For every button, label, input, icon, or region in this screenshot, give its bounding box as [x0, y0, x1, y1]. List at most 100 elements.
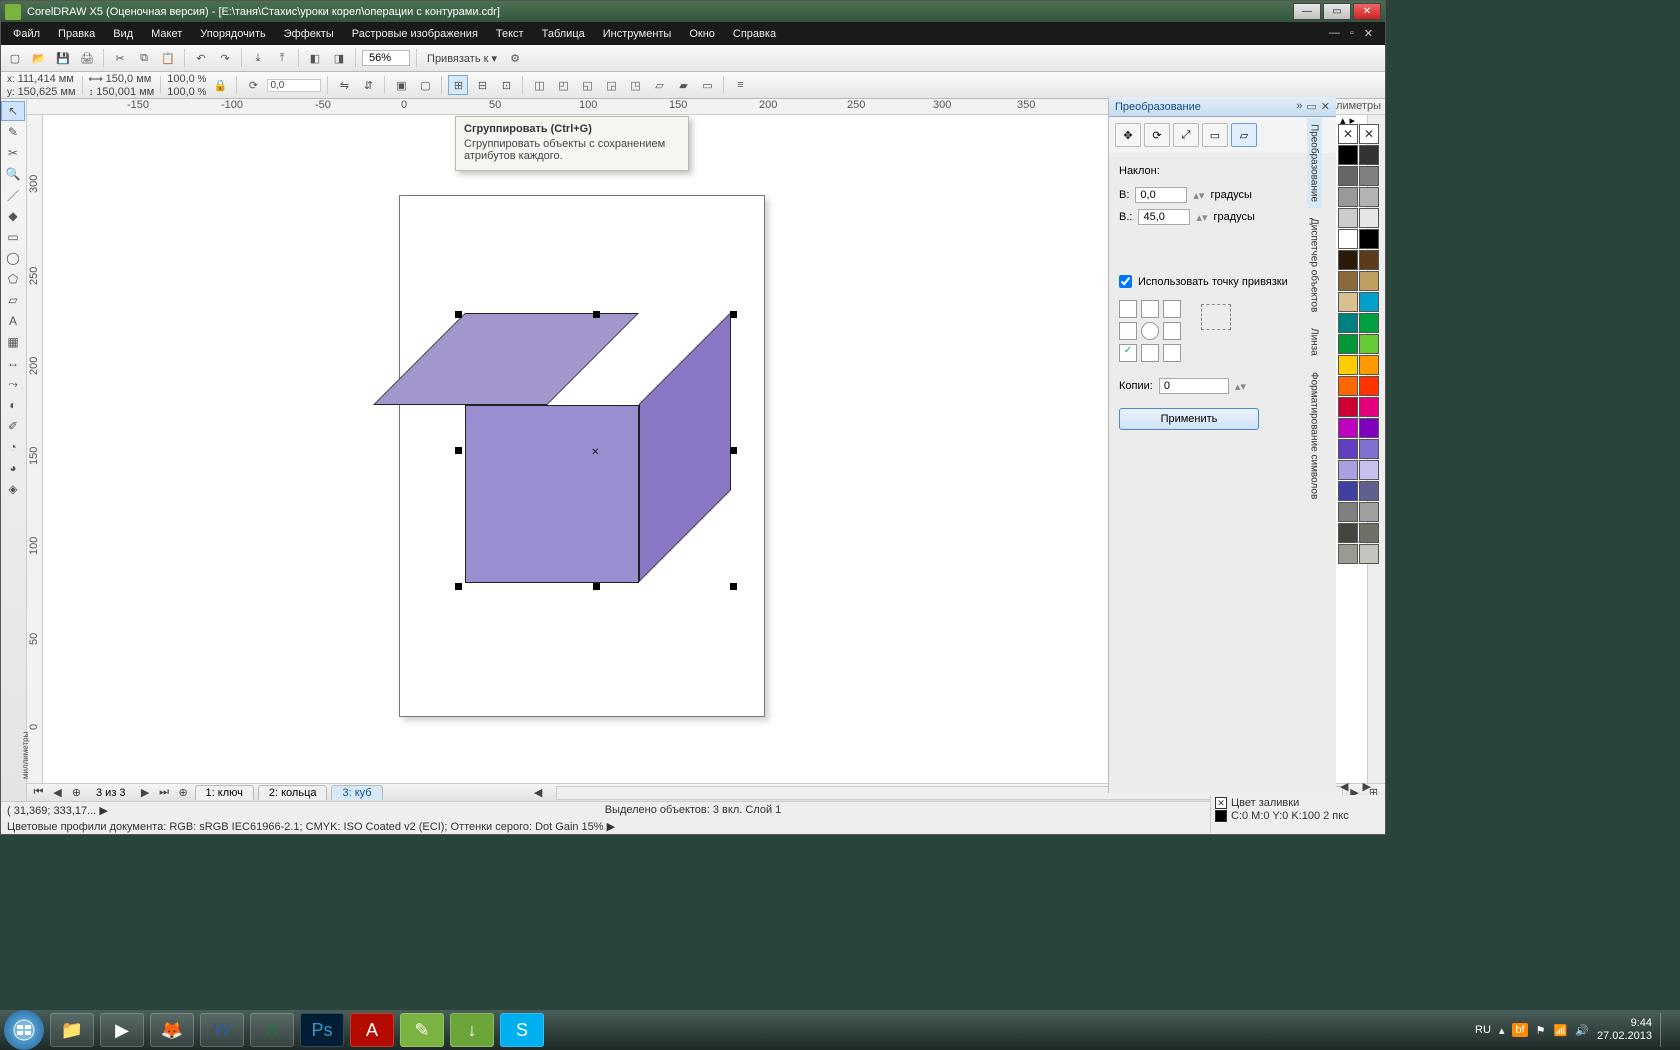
color-swatch[interactable] [1338, 418, 1358, 438]
menu-edit[interactable]: Правка [50, 26, 103, 42]
docker-expand-icon[interactable]: » [1296, 100, 1302, 113]
mirror-h-icon[interactable]: ⇋ [334, 75, 354, 95]
hscroll-left[interactable]: ◀ [531, 785, 546, 800]
task-explorer[interactable]: 📁 [50, 1013, 94, 1047]
task-photoshop[interactable]: Ps [300, 1013, 344, 1047]
launcher-icon[interactable]: ◧ [305, 48, 325, 68]
menu-effects[interactable]: Эффекты [276, 26, 342, 42]
text-tool[interactable]: A [1, 311, 25, 331]
palette-next-icon[interactable]: ▶ [1362, 780, 1370, 793]
copies-input[interactable]: 0 [1159, 378, 1229, 394]
shape-tool[interactable]: ✎ [1, 122, 25, 142]
task-downloadmaster[interactable]: ↓ [450, 1013, 494, 1047]
menu-view[interactable]: Вид [105, 26, 141, 42]
tray-volume-icon[interactable]: 🔊 [1575, 1024, 1589, 1037]
vtab-char-format[interactable]: Форматирование символов [1307, 366, 1322, 505]
color-swatch[interactable] [1338, 481, 1358, 501]
color-swatch[interactable] [1338, 439, 1358, 459]
menu-file[interactable]: Файл [5, 26, 48, 42]
vtab-object-manager[interactable]: Диспетчер объектов [1307, 212, 1322, 318]
ungroup-all-icon[interactable]: ⊡ [496, 75, 516, 95]
ellipse-tool[interactable]: ◯ [1, 248, 25, 268]
tray-show-hidden-icon[interactable]: ▴ [1499, 1024, 1505, 1037]
tray-flag-icon[interactable]: ⚑ [1536, 1024, 1546, 1037]
color-swatch[interactable] [1359, 418, 1379, 438]
mode-size[interactable]: ▭ [1202, 123, 1228, 147]
page-add-after[interactable]: ⊕ [176, 785, 191, 800]
task-mediaplayer[interactable]: ▶ [100, 1013, 144, 1047]
menu-window[interactable]: Окно [681, 26, 723, 42]
start-button[interactable] [4, 1010, 44, 1050]
menu-text[interactable]: Текст [488, 26, 532, 42]
task-firefox[interactable]: 🦊 [150, 1013, 194, 1047]
selection-handle[interactable] [593, 311, 600, 318]
color-swatch[interactable] [1338, 376, 1358, 396]
basic-shapes-tool[interactable]: ▱ [1, 290, 25, 310]
color-swatch[interactable] [1359, 523, 1379, 543]
color-swatch[interactable] [1338, 145, 1358, 165]
group-icon[interactable]: ⊞ [448, 75, 468, 95]
task-acrobat[interactable]: A [350, 1013, 394, 1047]
clock-date[interactable]: 27.02.2013 [1597, 1030, 1652, 1043]
page-prev-button[interactable]: ◀ [50, 785, 65, 800]
table-tool[interactable]: ▦ [1, 332, 25, 352]
close-button[interactable]: ✕ [1353, 3, 1381, 20]
doc-restore-button[interactable]: ▫ [1350, 27, 1354, 40]
color-swatch[interactable] [1359, 250, 1379, 270]
mode-position[interactable]: ✥ [1115, 123, 1141, 147]
export-icon[interactable]: ⤒ [272, 48, 292, 68]
tray-app-icon[interactable]: bf [1512, 1023, 1527, 1037]
mode-skew[interactable]: ▱ [1231, 123, 1257, 147]
color-swatch[interactable] [1338, 313, 1358, 333]
color-swatch[interactable] [1359, 397, 1379, 417]
selection-handle[interactable] [455, 583, 462, 590]
effects-tool[interactable]: ◐ [1, 395, 25, 415]
undo-icon[interactable]: ↶ [191, 48, 211, 68]
docker-collapse-icon[interactable]: ▭ [1306, 100, 1316, 113]
color-swatch[interactable] [1359, 376, 1379, 396]
save-icon[interactable]: 💾 [53, 48, 73, 68]
color-swatch[interactable] [1359, 439, 1379, 459]
outline-swatch-icon[interactable] [1215, 810, 1227, 822]
color-swatch[interactable] [1359, 166, 1379, 186]
color-swatch[interactable] [1338, 460, 1358, 480]
docker-close-icon[interactable]: ✕ [1321, 100, 1330, 113]
swatch-none[interactable] [1338, 124, 1358, 144]
color-swatch[interactable] [1359, 292, 1379, 312]
minimize-button[interactable]: — [1293, 3, 1321, 20]
vtab-transform[interactable]: Преобразование [1307, 118, 1322, 208]
color-swatch[interactable] [1359, 460, 1379, 480]
page-add-before[interactable]: ⊕ [69, 785, 84, 800]
color-swatch[interactable] [1359, 334, 1379, 354]
outline-tool[interactable]: ◔ [1, 437, 25, 457]
cube-front-face[interactable] [465, 405, 639, 583]
selection-handle[interactable] [730, 311, 737, 318]
connector-tool[interactable]: ⤳ [1, 374, 25, 394]
color-swatch[interactable] [1359, 208, 1379, 228]
zoom-tool[interactable]: 🔍 [1, 164, 25, 184]
eyedropper-tool[interactable]: ✐ [1, 416, 25, 436]
print-icon[interactable]: 🖨 [77, 48, 97, 68]
obj-w[interactable]: 150,0 мм [106, 73, 152, 85]
interactive-fill-tool[interactable]: ◈ [1, 479, 25, 499]
skew-v-input[interactable]: 45,0 [1138, 209, 1190, 225]
menu-bitmaps[interactable]: Растровые изображения [344, 26, 486, 42]
obj-y[interactable]: 150,625 мм [18, 86, 76, 98]
color-swatch[interactable] [1338, 544, 1358, 564]
use-anchor-checkbox[interactable] [1119, 275, 1132, 288]
page-first-button[interactable]: ⏮ [31, 785, 46, 800]
rotation-input[interactable]: 0,0 [267, 79, 321, 92]
doc-close-button[interactable]: ✕ [1364, 27, 1373, 40]
color-swatch[interactable] [1359, 544, 1379, 564]
menu-layout[interactable]: Макет [143, 26, 190, 42]
tray-network-icon[interactable]: 📶 [1554, 1024, 1568, 1037]
skew-h-input[interactable]: 0,0 [1135, 187, 1187, 203]
combine-icon[interactable]: ◫ [529, 75, 549, 95]
rectangle-tool[interactable]: ▭ [1, 227, 25, 247]
color-swatch[interactable] [1338, 397, 1358, 417]
page-next-button[interactable]: ▶ [138, 785, 153, 800]
color-swatch[interactable] [1338, 355, 1358, 375]
menu-tools[interactable]: Инструменты [595, 26, 680, 42]
front-minus-icon[interactable]: ▱ [649, 75, 669, 95]
fill-tool[interactable]: ◕ [1, 458, 25, 478]
